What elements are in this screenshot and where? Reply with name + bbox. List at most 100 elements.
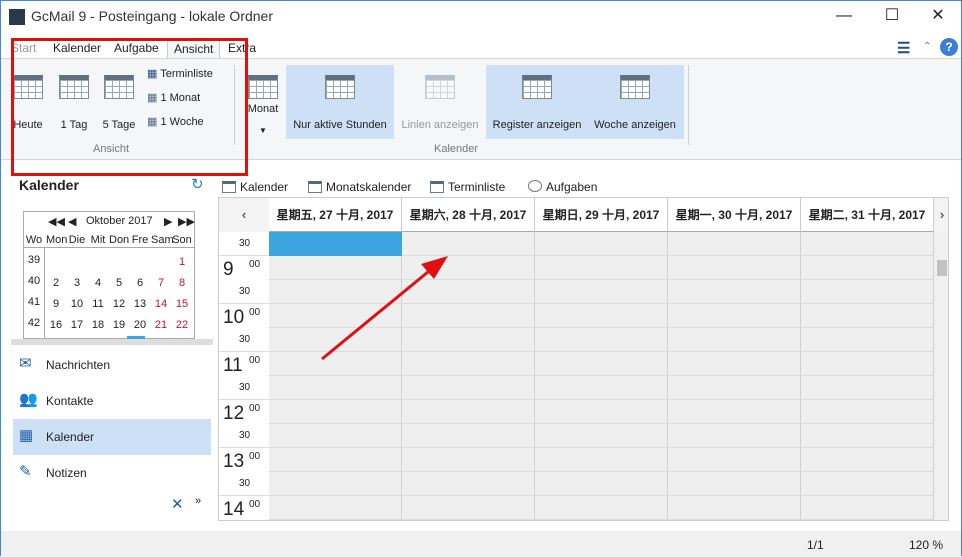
day-header[interactable]: 星期日, 29 十月, 2017 [535,198,668,232]
day-cell[interactable]: 12 [109,298,129,310]
splitter[interactable] [11,339,213,345]
refresh-icon[interactable]: ↻ [191,175,204,193]
monat-dropdown[interactable]: Monat ▼ [243,65,283,139]
annotation-box [11,38,248,176]
mini-calendar-days: 39 1 40 2 3 4 5 6 7 8 41 9 10 11 12 13 14 15 42 16 17 18 19 20 2… [24,248,194,338]
page-indicator: 1/1 [807,538,824,552]
timeslot-row[interactable] [269,448,934,472]
nav-item-nachrichten[interactable]: ✉ Nachrichten [13,347,211,383]
day-cell[interactable]: 17 [67,319,87,331]
time-label: 12 00 [219,400,269,424]
window-title: GcMail 9 - Posteingang - lokale Ordner [31,8,273,24]
time-label: 30 [219,376,269,400]
weekday-label: Don [109,234,130,246]
tab-monatskalender[interactable]: Monatskalender [306,177,426,197]
day-cell[interactable]: 6 [130,277,150,289]
calendar-lines-icon [425,75,455,99]
group-label-kalender: Kalender [434,143,479,155]
day-cell[interactable]: 7 [151,277,171,289]
day-header[interactable]: 星期二, 31 十月, 2017 [801,198,934,232]
next-year-button[interactable]: ▶▶ [178,215,195,228]
timeslot-row[interactable] [269,400,934,424]
app-icon [9,9,25,25]
tab-aufgaben[interactable]: Aufgaben [526,177,606,197]
nav-item-kontakte[interactable]: 👥 Kontakte [13,383,211,419]
menu-icon[interactable]: ☰ [897,39,910,57]
day-cell[interactable]: 3 [67,277,87,289]
minute-label: 00 [249,403,261,414]
linien-anzeigen-button[interactable]: Linien anzeigen [396,65,484,139]
nav-item-notizen[interactable]: ✎ Notizen [13,455,211,491]
minute-label: 30 [239,286,251,297]
time-label: 10 00 [219,304,269,328]
day-cell[interactable]: 19 [109,319,129,331]
minute-label: 00 [249,451,261,462]
settings-tools-icon[interactable]: ✕ [171,495,184,513]
minute-label: 00 [249,499,261,510]
day-cell[interactable]: 16 [46,319,66,331]
hour-label: 12 [223,403,245,424]
timeslot-row[interactable] [269,376,934,400]
day-cell[interactable]: 5 [109,277,129,289]
day-header[interactable]: 星期六, 28 十月, 2017 [402,198,535,232]
vertical-scrollbar[interactable] [934,232,948,520]
day-cell[interactable]: 20 [130,319,150,331]
day-header[interactable]: 星期一, 30 十月, 2017 [668,198,801,232]
tab-kalender-view[interactable]: Kalender [220,177,288,197]
register-anzeigen-button[interactable]: Register anzeigen [488,65,586,139]
prev-days-button[interactable]: ‹ [219,198,269,232]
minute-label: 30 [239,334,251,345]
timeslot-row[interactable] [269,496,934,520]
day-cell[interactable]: 2 [46,277,66,289]
minute-label: 30 [239,430,251,441]
tab-terminliste[interactable]: Terminliste [428,177,518,197]
timeslot-row[interactable] [269,472,934,496]
pane-title: Kalender [19,177,79,193]
weekday-label: Sam [151,234,174,246]
maximize-button[interactable]: ☐ [869,1,915,31]
calendar-eye-icon [248,75,278,99]
week-number: 41 [27,296,41,308]
calendar-icon [222,181,236,193]
week-number: 42 [27,317,41,329]
day-cell[interactable]: 9 [46,298,66,310]
day-cell[interactable]: 18 [88,319,108,331]
nav-item-kalender[interactable]: ▦ Kalender [13,419,211,455]
day-cell[interactable]: 22 [172,319,192,331]
navigation-list: ✉ Nachrichten 👥 Kontakte ▦ Kalender ✎ Notizen [11,347,213,491]
prev-month-button[interactable]: ◀ [68,215,76,228]
status-bar: 1/1 120 % [1,531,961,557]
day-cell[interactable]: 4 [88,277,108,289]
day-header[interactable]: 星期五, 27 十月, 2017 [269,198,402,232]
help-icon[interactable]: ? [940,38,958,56]
weekday-label: Die [68,234,86,246]
woche-anzeigen-button[interactable]: Woche anzeigen [588,65,682,139]
day-cell[interactable]: 11 [88,298,108,310]
minute-label: 00 [249,355,261,366]
scrollbar-thumb[interactable] [937,260,947,276]
month-calendar-icon [308,181,322,193]
month-label: Oktober 2017 [86,215,153,227]
weekday-label: Son [172,234,192,246]
hour-label: 9 [223,259,234,280]
day-cell[interactable]: 14 [151,298,171,310]
timeslot-row[interactable] [269,424,934,448]
collapse-ribbon-icon[interactable]: ⌃ [923,41,931,52]
weekday-label: Mon [46,234,68,246]
day-cell[interactable]: 15 [172,298,192,310]
zoom-level[interactable]: 120 % [909,538,943,552]
more-chevron-icon[interactable]: » [195,495,201,507]
nur-aktive-stunden-button[interactable]: Nur aktive Stunden [286,65,394,139]
next-month-button[interactable]: ▶ [164,215,172,228]
day-cell[interactable]: 13 [130,298,150,310]
close-button[interactable]: ✕ [915,1,961,31]
minimize-button[interactable]: — [821,1,867,31]
day-cell[interactable]: 10 [67,298,87,310]
day-cell[interactable]: 1 [172,256,192,268]
time-label: 13 00 [219,448,269,472]
day-cell[interactable]: 8 [172,277,192,289]
next-days-button[interactable]: › [934,198,948,232]
day-cell[interactable]: 21 [151,319,171,331]
prev-year-button[interactable]: ◀◀ [48,215,65,228]
time-label: 11 00 [219,352,269,376]
